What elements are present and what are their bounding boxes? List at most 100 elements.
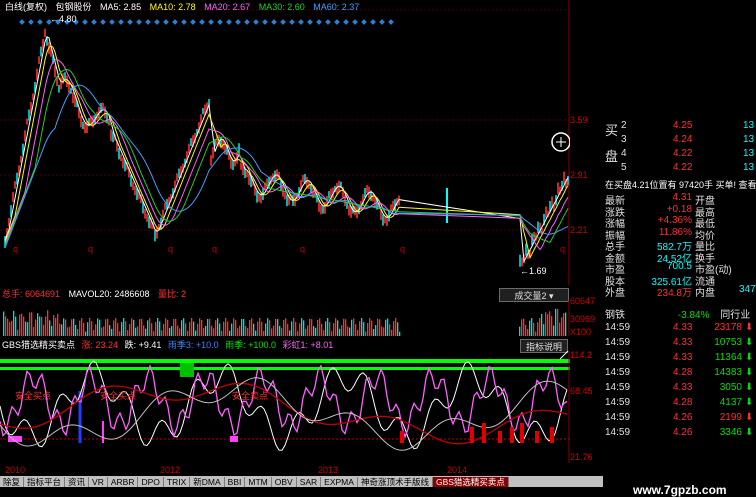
volume-axis-unit: X100 — [570, 327, 592, 337]
stat-value: +4.36% — [657, 215, 692, 226]
volume-axis-mid: 30969 — [570, 314, 596, 324]
tab-dma[interactable]: 新DMA — [190, 477, 225, 487]
indicator-v2: 跌: +9.41 — [124, 340, 162, 350]
volume-header: 总手: 6064691 MAVOL20: 2486608 量比: 2 — [2, 287, 186, 299]
price-chart[interactable]: q q q q q q q 白线(复权) 包钢股份 MA5: 2.85 MA10: 2.… — [0, 0, 571, 285]
tick-time: 14:59 — [605, 427, 631, 438]
tick-price: 4.33 — [673, 382, 693, 393]
arrow-down-icon: ⬇ — [745, 382, 754, 393]
tab-news[interactable]: 资讯 — [65, 477, 90, 487]
tick-row: 14:59 4.33 11364 ⬇ — [603, 352, 756, 365]
tab-sar[interactable]: SAR — [296, 477, 322, 487]
tick-volume: 4137 — [719, 397, 742, 408]
candle — [302, 174, 304, 183]
indicator-chart: 安全买点 安全买点 安全卖点 — [0, 350, 570, 463]
indicator-name: GBS猎选精买卖点 — [2, 340, 76, 350]
tab-obv[interactable]: OBV — [271, 477, 297, 487]
candle — [248, 173, 250, 185]
tick-row: 14:59 4.28 4137 ⬇ — [603, 397, 756, 410]
order-book-row[interactable]: 3 4.24 13 — [603, 134, 756, 147]
tab-gbs[interactable]: GBS猎选精买卖点 — [432, 477, 509, 487]
candle — [366, 185, 368, 194]
arrow-down-icon: ⬇ — [745, 367, 754, 378]
price-axis-top: 3.59 — [570, 115, 588, 125]
candle — [348, 205, 350, 216]
candle — [519, 254, 521, 267]
arrow-down-icon: ⬇ — [745, 322, 754, 333]
candle — [28, 109, 30, 121]
candle — [176, 173, 178, 182]
order-book-row[interactable]: 2 4.25 13 — [603, 120, 756, 133]
volume-mavol: MAVOL20: 2486608 — [68, 289, 150, 299]
order-price: 4.25 — [673, 120, 693, 131]
order-book-row[interactable]: 4 4.22 13 — [603, 148, 756, 161]
tab-magic[interactable]: 神奇涨顶术手版线 — [357, 477, 433, 487]
candle — [104, 106, 106, 119]
legend-ma60: MA60: 2.37 — [313, 2, 360, 12]
candle — [276, 169, 278, 180]
candle — [130, 174, 132, 187]
candle — [567, 175, 569, 185]
tick-volume: 14383 — [714, 367, 742, 378]
candle — [382, 214, 384, 226]
tick-row: 14:59 4.28 14383 ⬇ — [603, 367, 756, 380]
stat-label: 外盘 — [605, 288, 625, 299]
order-book-row[interactable]: 5 4.22 13 — [603, 162, 756, 175]
order-price: 4.24 — [673, 134, 693, 145]
stat-row: 涨幅 +4.36% 最低 — [603, 215, 756, 230]
tab-platform[interactable]: 指标平台 — [24, 477, 66, 487]
stat-label: 内盘 — [695, 288, 715, 299]
candle — [84, 123, 86, 134]
order-summary[interactable]: 在买盘4.21位置有 97420手 买单! 查看 — [605, 178, 756, 191]
candle — [26, 118, 28, 125]
stat-row: 振幅 11.86% 均价 — [603, 227, 756, 242]
candle — [356, 206, 358, 219]
candle — [322, 205, 324, 214]
candle — [134, 185, 136, 196]
order-volume: 13 — [743, 162, 755, 173]
order-volume: 13 — [743, 148, 755, 159]
tab-bbi[interactable]: BBI — [224, 477, 246, 487]
tab-dpo[interactable]: DPO — [138, 477, 164, 487]
low-annotation: ←1.69 — [520, 266, 547, 276]
candle — [212, 146, 214, 159]
year-label: 2010 — [5, 465, 26, 475]
candle — [54, 65, 56, 78]
tab-expma[interactable]: EXPMA — [321, 477, 358, 487]
right-panel-top-blank — [603, 0, 756, 108]
legend-ma5: MA5: 2.85 — [100, 2, 142, 12]
volume-axis-top: 60647 — [570, 296, 596, 306]
tab-vr[interactable]: VR — [89, 477, 108, 487]
candle — [372, 194, 374, 202]
year-label: 2013 — [318, 465, 339, 475]
candle — [521, 257, 523, 267]
tab-arbr[interactable]: ARBR — [107, 477, 139, 487]
tick-price: 4.33 — [673, 322, 693, 333]
candle — [164, 203, 166, 210]
stat-row: 金额 24.52亿 换手 — [603, 250, 756, 265]
tick-price: 4.33 — [673, 352, 693, 363]
price-chart-svg: qqq qqq q — [0, 0, 571, 285]
stat-row: 股本 325.61亿 流通 — [603, 273, 756, 288]
indicator-label-1: 安全买点 — [15, 391, 52, 401]
candle — [154, 229, 156, 242]
candle — [24, 130, 26, 142]
legend-ma20: MA20: 2.67 — [204, 2, 251, 12]
candle — [545, 206, 547, 218]
tab-trix[interactable]: TRIX — [163, 477, 191, 487]
high-value: 4.80 — [59, 14, 77, 24]
candle — [38, 56, 40, 64]
tab-mtm[interactable]: MTM — [245, 477, 272, 487]
sector-name: 钢铁 — [605, 310, 625, 321]
tab-fuquan[interactable]: 除复 — [0, 477, 25, 487]
high-annotation: ←4.80 — [50, 14, 77, 24]
candle — [178, 168, 180, 178]
arrow-down-icon: ⬇ — [745, 412, 754, 423]
candle — [146, 213, 148, 222]
indicator-v4: 雨季: +100.0 — [225, 340, 276, 350]
indicator-label-2: 安全买点 — [100, 391, 137, 401]
sector-row[interactable]: 钢铁 -3.84% 同行业 — [605, 306, 756, 321]
indicator-axis-mid: 68.45 — [570, 386, 593, 396]
arrow-down-icon: ⬇ — [745, 352, 754, 363]
arrow-down-icon: ⬇ — [745, 427, 754, 438]
